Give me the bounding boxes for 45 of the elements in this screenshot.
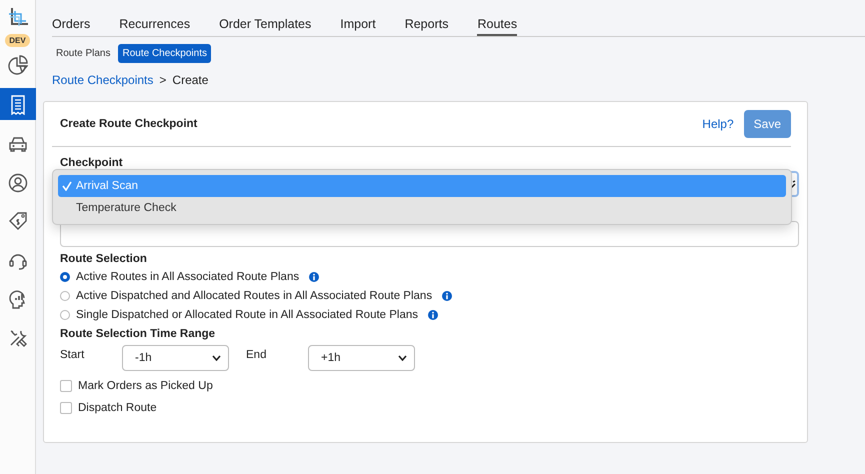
- pie-chart-icon: [8, 54, 28, 76]
- logo-icon: [6, 6, 28, 28]
- head-chart-icon: [8, 288, 28, 310]
- price-tag-icon: [8, 210, 28, 232]
- radio-label: Single Dispatched or Allocated Route in All Associated Route Plans: [76, 308, 418, 320]
- tab[interactable]: Orders: [52, 0, 90, 36]
- chevron-down-icon: [212, 355, 221, 361]
- radio-label: Active Routes in All Associated Route Plans: [76, 270, 300, 282]
- radio-button[interactable]: [60, 272, 70, 282]
- time-select[interactable]: -1h: [122, 345, 229, 371]
- tab[interactable]: Routes: [477, 0, 518, 36]
- tab[interactable]: Order Templates: [219, 0, 312, 36]
- breadcrumb-link[interactable]: Route Checkpoints: [52, 73, 154, 87]
- sub-tab[interactable]: Route Checkpoints: [118, 44, 211, 63]
- sub-tab[interactable]: Route Plans: [52, 44, 114, 63]
- field-label: Checkpoint: [60, 157, 124, 169]
- range-label: End: [246, 348, 268, 361]
- checkmark-icon: [62, 181, 72, 191]
- breadcrumb-current: Create: [172, 73, 208, 87]
- dropdown-option[interactable]: Temperature Check: [58, 197, 786, 219]
- nav-item[interactable]: [0, 88, 36, 120]
- radio-button[interactable]: [60, 290, 70, 300]
- range-label: Start: [60, 348, 86, 361]
- caret-icon: [790, 180, 796, 189]
- checkbox[interactable]: [60, 402, 72, 414]
- user-icon: [8, 172, 28, 192]
- tab[interactable]: Import: [340, 0, 376, 36]
- info-icon[interactable]: [309, 272, 320, 282]
- chevron-down-icon: [398, 355, 407, 361]
- help-link[interactable]: Help?: [702, 117, 734, 131]
- info-icon[interactable]: [442, 290, 452, 300]
- breadcrumb-separator: >: [159, 73, 166, 87]
- tab[interactable]: Reports: [404, 0, 448, 36]
- checkbox[interactable]: [60, 380, 72, 392]
- section-label: Route Selection Time Range: [60, 328, 216, 340]
- section-label: Route Selection: [60, 253, 148, 265]
- environment-badge: DEV: [5, 34, 30, 47]
- time-select[interactable]: +1h: [308, 345, 415, 371]
- checkbox-label: Mark Orders as Picked Up: [78, 380, 213, 392]
- checkbox-label: Dispatch Route: [78, 402, 157, 414]
- card-title: Create Route Checkpoint: [60, 118, 198, 130]
- radio-label: Active Dispatched and Allocated Routes in All Associated Route Plans: [76, 290, 432, 302]
- info-icon[interactable]: [428, 310, 438, 320]
- radio-button[interactable]: [60, 310, 70, 320]
- tab[interactable]: Recurrences: [119, 0, 190, 36]
